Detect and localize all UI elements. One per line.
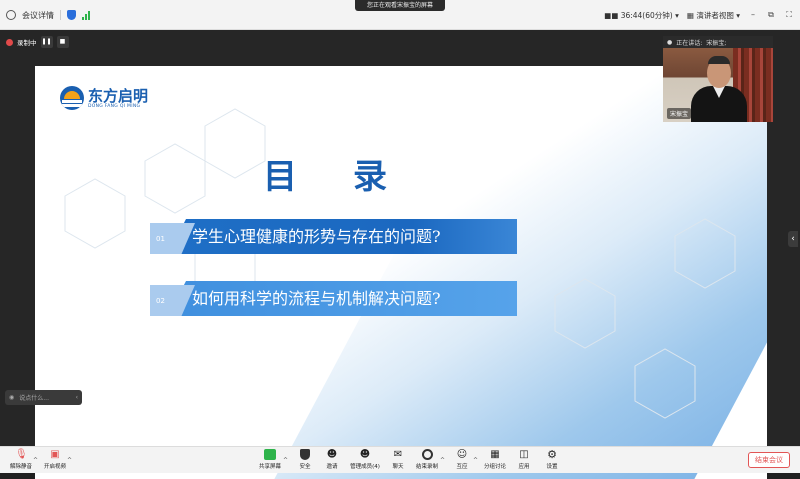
mic-muted-icon: 🎙: [15, 449, 28, 460]
speaking-name: 宋振宝;: [706, 39, 727, 47]
network-signal-icon[interactable]: [82, 10, 90, 20]
mic-icon: ●: [667, 38, 673, 46]
agenda-item-bar: 如何用科学的流程与机制解决问题?: [168, 281, 517, 316]
video-options-caret[interactable]: ^: [67, 457, 72, 464]
settings-label: 设置: [546, 464, 558, 470]
logo-sunrise-icon: [60, 86, 84, 110]
chat-placeholder: 说点什么...: [19, 395, 49, 402]
hexagon-pattern: [64, 108, 736, 419]
fullscreen-icon[interactable]: ⛶: [784, 10, 794, 20]
reaction-icon: ☺: [456, 449, 468, 460]
view-mode-dropdown[interactable]: ▦ 演讲者视图 ▾: [687, 10, 740, 21]
apps-icon: ◫: [519, 449, 529, 460]
agenda-item: 学生心理健康的形势与存在的问题? 01: [150, 219, 517, 254]
speaker-name-tag: 宋振宝: [667, 108, 692, 119]
shared-screen-area: 录制中 ❚❚ ■ 东方启明 DONG FANG QI MING 目录 学生心理健…: [0, 30, 800, 479]
invite-button[interactable]: ☻ 邀请: [315, 449, 349, 473]
settings-button[interactable]: ⚙ 设置: [535, 449, 569, 473]
shield-icon: [300, 449, 310, 460]
share-screen-icon: [264, 449, 276, 460]
chat-bubble-icon: ◉: [9, 394, 15, 401]
presentation-slide: 东方启明 DONG FANG QI MING 目录 学生心理健康的形势与存在的问…: [35, 66, 767, 479]
chat-icon: ✉: [393, 449, 403, 460]
speaker-video-panel[interactable]: ● 正在讲话: 宋振宝; 宋振宝: [663, 36, 773, 122]
stop-recording-toolbar-button[interactable]: 结束录制: [410, 449, 444, 473]
video-off-icon: ▣: [50, 449, 60, 460]
participants-button[interactable]: ☻ 管理成员(4): [348, 449, 382, 473]
invite-label: 邀请: [326, 464, 338, 470]
company-logo: 东方启明 DONG FANG QI MING: [60, 86, 148, 110]
stop-recording-label: 结束录制: [415, 464, 438, 470]
divider: [60, 10, 61, 20]
end-meeting-button[interactable]: 结束会议: [748, 452, 790, 468]
collapse-chevron-icon[interactable]: ‹: [76, 394, 78, 401]
logo-english: DONG FANG QI MING: [88, 103, 141, 109]
timer-text: 36:44(60分钟): [620, 10, 673, 20]
side-panel-toggle[interactable]: ‹: [788, 231, 798, 247]
agenda-item-bar: 学生心理健康的形势与存在的问题?: [168, 219, 517, 254]
top-bar: 会议详情 您正在观看宋振宝的屏幕 ■■ 36:44(60分钟) ▾ ▦ 演讲者视…: [0, 0, 800, 30]
view-mode-label: 演讲者视图: [696, 10, 734, 20]
quick-chat-input[interactable]: ◉ 说点什么... ‹: [5, 390, 82, 405]
bottom-toolbar: 🎙 解除静音 ^ ▣ 开启视频 ^ 共享屏幕 ^ 安全 ☻ 邀请 ☻ 管理成员(4) ✉…: [0, 446, 800, 473]
recording-label: 录制中: [17, 39, 37, 47]
speaker-video: 宋振宝: [663, 48, 773, 122]
speaking-label: 正在讲话:: [676, 39, 703, 47]
share-screen-button[interactable]: 共享屏幕: [253, 449, 287, 473]
participants-icon: ☻: [359, 449, 371, 460]
gear-icon: ⚙: [547, 448, 557, 461]
share-screen-label: 共享屏幕: [258, 464, 281, 470]
recording-indicator: 录制中 ❚❚ ■: [6, 36, 69, 48]
info-icon[interactable]: [6, 10, 16, 20]
stop-recording-button[interactable]: ■: [56, 36, 69, 48]
slide-title: 目录: [263, 157, 443, 197]
speaking-indicator: ● 正在讲话: 宋振宝;: [663, 36, 773, 48]
top-bar-left: 会议详情: [6, 0, 90, 30]
screen-share-toast: 您正在观看宋振宝的屏幕: [355, 0, 445, 11]
pause-recording-button[interactable]: ❚❚: [40, 36, 53, 48]
security-shield-icon[interactable]: [67, 10, 76, 20]
restore-icon[interactable]: ⧉: [766, 10, 776, 20]
speaker-hair: [708, 56, 730, 64]
record-stop-icon: [421, 449, 433, 460]
minimize-icon[interactable]: –: [748, 10, 758, 20]
meeting-timer: ■■ 36:44(60分钟) ▾: [604, 10, 679, 20]
recording-dot-icon: [6, 38, 13, 46]
top-bar-right: ■■ 36:44(60分钟) ▾ ▦ 演讲者视图 ▾ – ⧉ ⛶: [604, 0, 794, 30]
agenda-item: 如何用科学的流程与机制解决问题? 02: [150, 281, 517, 316]
breakout-grid-icon: ▦: [490, 449, 500, 460]
add-user-icon: ☻: [326, 449, 338, 460]
meeting-details-link[interactable]: 会议详情: [22, 10, 54, 21]
logo-chinese: 东方启明: [88, 86, 149, 105]
participants-label: 管理成员(4): [350, 464, 380, 470]
